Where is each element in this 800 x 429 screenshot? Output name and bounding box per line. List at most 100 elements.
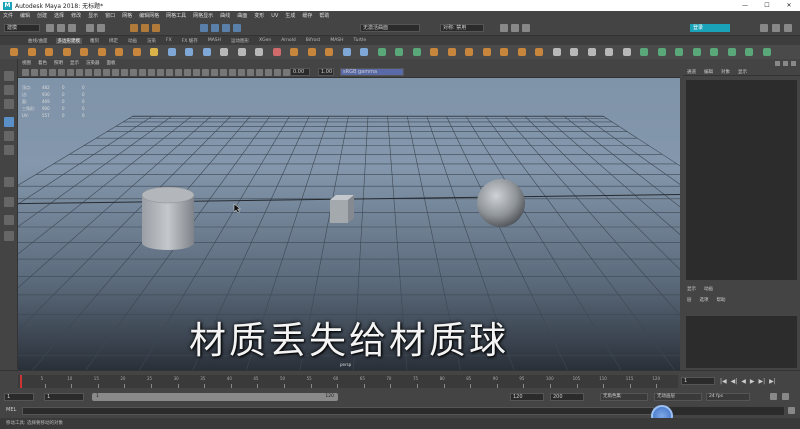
menu-item[interactable]: 显示 — [88, 12, 98, 19]
menu-item[interactable]: 文件 — [3, 12, 13, 19]
menu-item[interactable]: 窗口 — [105, 12, 115, 19]
viewport-tool-icon[interactable] — [103, 69, 110, 76]
shelf-tool-icon[interactable] — [657, 48, 666, 56]
shelf-tool-icon[interactable] — [360, 48, 368, 56]
fps-dropdown[interactable]: 24 fps — [706, 393, 750, 401]
shelf-tool-icon[interactable] — [272, 48, 281, 56]
viewport-tool-icon[interactable] — [58, 69, 65, 76]
new-scene-icon[interactable] — [46, 24, 54, 32]
layer-menu-item[interactable]: 帮助 — [717, 297, 726, 303]
viewport-tool-icon[interactable] — [247, 69, 254, 76]
ipr-render-icon[interactable] — [511, 24, 519, 32]
shelf-tool-icon[interactable] — [132, 48, 141, 56]
time-slider-track[interactable]: 5 10 15 20 25 30 35 40 45 50 55 60 65 70 75 80 85 90 95 100… — [18, 375, 678, 388]
shelf-tool-icon[interactable] — [237, 48, 246, 56]
layer-list[interactable] — [686, 316, 797, 368]
shelf-tool-icon[interactable] — [430, 48, 438, 56]
shelf-tool-icon[interactable] — [465, 48, 473, 56]
shelf-tool-icon[interactable] — [202, 48, 211, 56]
shelf-tool-icon[interactable] — [745, 48, 753, 56]
shelf-tab[interactable]: 曲线/曲面 — [26, 38, 50, 44]
shelf-tool-icon[interactable] — [115, 48, 123, 56]
channel-box-menu-item[interactable]: 编辑 — [704, 69, 713, 75]
shelf-tab[interactable]: 绑定 — [107, 38, 120, 44]
render-settings-icon[interactable] — [522, 24, 530, 32]
sign-in-button[interactable]: 登录 — [690, 24, 730, 32]
viewport-tool-icon[interactable] — [49, 69, 56, 76]
viewport-tool-icon[interactable] — [112, 69, 119, 76]
shelf-tab[interactable]: 运动图形 — [229, 38, 251, 44]
playback-end-field[interactable]: 120 — [510, 393, 544, 401]
shelf-tool-icon[interactable] — [62, 48, 71, 56]
outliner-layout-icon[interactable] — [4, 215, 14, 225]
shelf-tab[interactable]: 渲染 — [145, 38, 158, 44]
shelf-tool-icon[interactable] — [587, 48, 596, 56]
shelf-tool-icon[interactable] — [290, 48, 298, 56]
playback-button[interactable]: ▶ — [750, 378, 755, 385]
auto-key-icon[interactable] — [770, 393, 777, 400]
lasso-tool-icon[interactable] — [4, 85, 14, 95]
symmetry-dropdown[interactable]: 对称: 禁用 — [440, 24, 484, 32]
shelf-tool-icon[interactable] — [727, 48, 736, 56]
menu-item[interactable]: UV — [271, 13, 278, 19]
shelf-tool-icon[interactable] — [220, 48, 228, 56]
shelf-tool-icon[interactable] — [570, 48, 578, 56]
shelf-tab[interactable]: Arnold — [279, 38, 298, 43]
shelf-tab[interactable]: FX — [164, 38, 174, 43]
shelf-tool-icon[interactable] — [447, 48, 456, 56]
viewport-menu-item[interactable]: 面板 — [107, 60, 116, 66]
close-button[interactable]: ✕ — [778, 0, 800, 11]
rotate-tool-icon[interactable] — [4, 131, 14, 141]
shelf-tool-icon[interactable] — [10, 48, 18, 56]
modeling-toolkit-icon[interactable] — [760, 24, 768, 32]
move-tool-icon[interactable] — [4, 117, 14, 127]
snap-to-view-plane-icon[interactable] — [233, 24, 241, 32]
single-perspective-layout-icon[interactable] — [4, 177, 14, 187]
menu-item[interactable]: 创建 — [37, 12, 47, 19]
shelf-tab[interactable]: 多边形建模 — [55, 37, 83, 44]
menu-item[interactable]: 网格 — [122, 12, 132, 19]
viewport-tool-icon[interactable] — [175, 69, 182, 76]
current-frame-field[interactable]: 1 — [681, 377, 715, 385]
perspective-viewport[interactable]: 顶点: 482 0 0 边: 930 0 0 面: 469 0 0 三角形: 900 0 0 UV: 557 0 0 … — [18, 78, 680, 370]
mel-input[interactable] — [22, 407, 654, 415]
menu-item[interactable]: 生成 — [285, 12, 295, 19]
mel-label[interactable]: MEL — [6, 407, 16, 413]
four-view-layout-icon[interactable] — [4, 197, 14, 207]
scale-tool-icon[interactable] — [4, 145, 14, 155]
shelf-tool-icon[interactable] — [167, 48, 176, 56]
gamma-field[interactable]: 1.00 — [318, 68, 334, 76]
channel-box-menu-item[interactable]: 通道 — [687, 69, 696, 75]
viewport-menu-item[interactable]: 视图 — [22, 60, 31, 66]
scene-end-field[interactable]: 200 — [550, 393, 584, 401]
shelf-tool-icon[interactable] — [762, 48, 771, 56]
viewport-menu-item[interactable]: 显示 — [70, 60, 79, 66]
menu-item[interactable]: 曲线 — [220, 12, 230, 19]
playback-button[interactable]: |◀ — [720, 378, 727, 385]
menu-item[interactable]: 修改 — [71, 12, 81, 19]
layer-editor-tab[interactable]: 动画 — [704, 286, 713, 292]
range-bar[interactable]: 1 120 — [92, 393, 338, 401]
viewport-tool-icon[interactable] — [121, 69, 128, 76]
shelf-tool-icon[interactable] — [80, 48, 88, 56]
graph-layout-icon[interactable] — [4, 231, 14, 241]
viewport-tool-icon[interactable] — [166, 69, 173, 76]
shelf-tool-icon[interactable] — [395, 48, 403, 56]
menu-item[interactable]: 曲面 — [237, 12, 247, 19]
menu-item[interactable]: 缓存 — [302, 12, 312, 19]
viewport-tool-icon[interactable] — [76, 69, 83, 76]
render-icon[interactable] — [500, 24, 508, 32]
anim-layer-dropdown[interactable]: 无动画层 — [654, 393, 702, 401]
shelf-tab[interactable]: Bifrost — [304, 38, 323, 43]
exposure-field[interactable]: 0.00 — [290, 68, 310, 76]
viewport-tool-icon[interactable] — [211, 69, 218, 76]
viewport-tool-icon[interactable] — [283, 69, 290, 76]
shelf-tab[interactable]: 雕刻 — [88, 38, 101, 44]
shelf-tab[interactable]: MASH — [328, 38, 345, 43]
viewport-tool-icon[interactable] — [130, 69, 137, 76]
channel-box-menu-item[interactable]: 对象 — [721, 69, 730, 75]
select-tool-icon[interactable] — [4, 71, 14, 81]
viewport-tool-icon[interactable] — [31, 69, 38, 76]
snap-to-curve-icon[interactable] — [211, 24, 219, 32]
shelf-tool-icon[interactable] — [500, 48, 508, 56]
